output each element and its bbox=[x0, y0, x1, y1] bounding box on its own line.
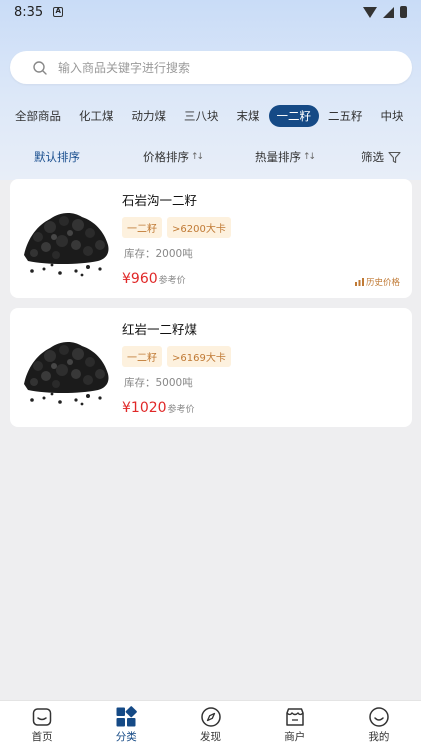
category-tab-all[interactable]: 全部商品 bbox=[6, 105, 70, 127]
sort-price-label: 价格排序 bbox=[143, 150, 189, 164]
product-card[interactable]: 红岩一二籽煤 一二籽 >6169大卡 库存：5000吨 ¥1020 参考价 bbox=[10, 308, 412, 427]
bottom-nav: 首页 分类 发现 商户 我的 bbox=[0, 700, 421, 748]
sim-icon: A bbox=[53, 7, 64, 17]
category-tabs: 全部商品 化工煤 动力煤 三八块 末煤 一二籽 二五籽 中块 bbox=[0, 104, 421, 128]
history-price-label: 历史价格 bbox=[365, 278, 400, 288]
nav-home-label: 首页 bbox=[31, 730, 53, 743]
filter-icon bbox=[388, 151, 401, 163]
status-time: 8:35 bbox=[14, 4, 44, 20]
nav-category[interactable]: 分类 bbox=[84, 701, 168, 748]
nav-category-label: 分类 bbox=[115, 730, 137, 743]
category-tab-chemical-coal[interactable]: 化工煤 bbox=[70, 105, 123, 127]
product-size-tag: 一二籽 bbox=[122, 217, 162, 238]
nav-merchant-label: 商户 bbox=[284, 730, 306, 743]
history-price-button[interactable]: 历史价格 bbox=[354, 276, 400, 288]
store-icon bbox=[285, 707, 304, 726]
category-tab-25-seed[interactable]: 二五籽 bbox=[319, 105, 372, 127]
product-size-tag: 一二籽 bbox=[122, 346, 162, 367]
product-stock: 库存：5000吨 bbox=[124, 377, 193, 389]
filter-button[interactable]: 筛选 bbox=[361, 149, 401, 165]
category-tab-12-seed[interactable]: 一二籽 bbox=[268, 105, 319, 127]
nav-merchant[interactable]: 商户 bbox=[253, 701, 337, 748]
search-icon bbox=[33, 60, 47, 75]
price-value: ¥960 bbox=[122, 271, 158, 287]
product-name: 石岩沟一二籽 bbox=[122, 193, 198, 208]
sort-heat[interactable]: 热量排序 ↑↓ bbox=[255, 149, 316, 165]
nav-mine-label: 我的 bbox=[368, 730, 390, 743]
filter-label: 筛选 bbox=[361, 150, 384, 164]
status-bar: 8:35 A bbox=[0, 0, 421, 24]
bar-chart-icon bbox=[354, 278, 364, 286]
smile-icon bbox=[369, 706, 389, 727]
category-tab-power-coal[interactable]: 动力煤 bbox=[123, 105, 176, 127]
product-card[interactable]: 石岩沟一二籽 一二籽 >6200大卡 库存：2000吨 ¥960 参考价 历史价… bbox=[10, 179, 412, 298]
nav-mine[interactable]: 我的 bbox=[337, 701, 421, 748]
sort-default[interactable]: 默认排序 bbox=[34, 149, 80, 165]
product-stock: 库存：2000吨 bbox=[124, 248, 193, 260]
nav-discover[interactable]: 发现 bbox=[168, 701, 252, 748]
category-tab-fine-coal[interactable]: 末煤 bbox=[228, 105, 269, 127]
sort-arrows-icon: ↑↓ bbox=[303, 152, 316, 162]
product-heat-tag: >6169大卡 bbox=[167, 346, 231, 367]
battery-icon bbox=[400, 6, 407, 18]
category-tab-medium-lump[interactable]: 中块 bbox=[372, 105, 413, 127]
price-note: 参考价 bbox=[167, 405, 195, 415]
product-price: ¥1020 参考价 bbox=[122, 400, 195, 416]
nav-discover-label: 发现 bbox=[200, 730, 221, 743]
nav-home[interactable]: 首页 bbox=[0, 701, 84, 748]
product-image bbox=[24, 342, 109, 406]
wifi-icon bbox=[363, 6, 377, 18]
search-input[interactable] bbox=[58, 60, 378, 75]
home-icon bbox=[32, 707, 52, 726]
category-icon bbox=[116, 705, 138, 726]
sort-default-label: 默认排序 bbox=[34, 150, 80, 164]
price-note: 参考价 bbox=[158, 276, 186, 286]
sort-arrows-icon: ↑↓ bbox=[191, 152, 204, 162]
sort-bar: 默认排序 价格排序 ↑↓ 热量排序 ↑↓ 筛选 bbox=[0, 142, 421, 172]
category-tab-38-lump[interactable]: 三八块 bbox=[175, 105, 228, 127]
status-indicators bbox=[363, 6, 407, 18]
product-price: ¥960 参考价 bbox=[122, 271, 186, 287]
search-bar[interactable] bbox=[10, 51, 412, 84]
product-heat-tag: >6200大卡 bbox=[167, 217, 231, 238]
price-value: ¥1020 bbox=[122, 400, 167, 416]
signal-icon bbox=[383, 6, 394, 18]
sort-price[interactable]: 价格排序 ↑↓ bbox=[143, 149, 204, 165]
product-image bbox=[24, 213, 109, 277]
product-name: 红岩一二籽煤 bbox=[122, 322, 198, 337]
sort-heat-label: 热量排序 bbox=[255, 150, 301, 164]
compass-icon bbox=[200, 706, 221, 727]
